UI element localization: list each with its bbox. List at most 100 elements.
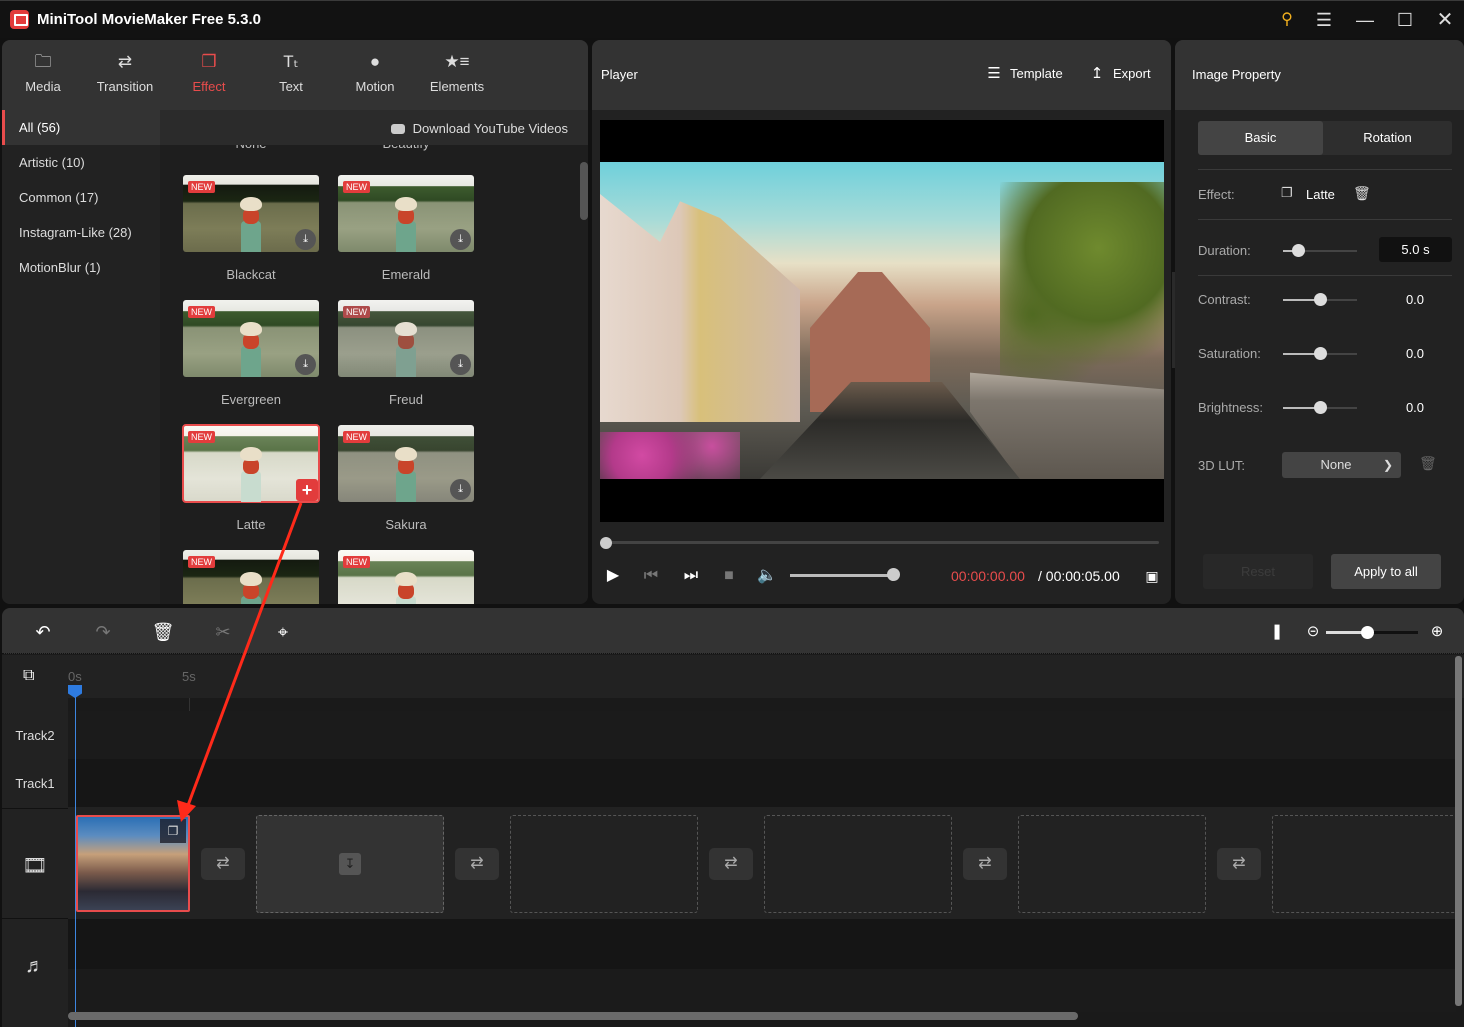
tab-text[interactable]: Tₜ Text [251,40,331,110]
timeline-horizontal-scrollbar[interactable] [68,1012,1078,1020]
tab-effect[interactable]: ❒ Effect [169,40,249,110]
track2-row[interactable] [68,711,1456,759]
zoom-slider-knob[interactable] [1361,626,1375,639]
empty-clip-slot[interactable] [1272,815,1462,913]
effect-thumbnail[interactable]: NEW ⤓ [338,175,474,252]
download-icon[interactable]: ⤓ [295,354,316,375]
effect-thumbnail[interactable]: NEW ⤓ [183,300,319,377]
stop-icon[interactable]: ■ [718,566,740,586]
timeline-clip[interactable]: ❐ [76,815,190,912]
tab-rotation[interactable]: Rotation [1323,121,1452,155]
duration-slider-knob[interactable] [1291,244,1305,257]
saturation-slider[interactable] [1283,347,1357,360]
crop-icon[interactable]: ⌖ [271,620,295,644]
empty-clip-slot[interactable] [510,815,698,913]
export-button[interactable]: ↥ Export [1088,64,1151,82]
add-track-icon[interactable]: ⧉ [23,667,34,685]
category-instagram-like[interactable]: Instagram-Like (28) [2,215,160,250]
tab-media[interactable]: 🗀 Media [3,40,83,110]
effects-grid: None Beautify NEW ⤓ Blackcat NEW ⤓ Emera… [160,110,588,604]
effect-thumbnail[interactable]: NEW ⤓ [338,300,474,377]
transition-slot[interactable]: ⇄ [963,848,1007,880]
property-title: Image Property [1192,67,1281,82]
empty-clip-slot[interactable]: ↧ [256,815,444,913]
empty-clip-slot[interactable] [1018,815,1206,913]
tab-motion[interactable]: ● Motion [335,40,415,110]
transition-slot[interactable]: ⇄ [201,848,245,880]
tab-transition[interactable]: ⇄ Transition [85,40,165,110]
audio-track-row-2[interactable] [68,969,1456,1012]
category-artistic[interactable]: Artistic (10) [2,145,160,180]
video-preview[interactable] [600,120,1164,522]
undo-icon[interactable]: ↶ [31,620,55,644]
template-button[interactable]: ☰ Template [985,64,1062,82]
volume-slider[interactable] [790,574,893,577]
transition-slot[interactable]: ⇄ [709,848,753,880]
split-icon[interactable]: ✂ [211,620,235,644]
time-ruler[interactable]: ⧉ 0s 5s [2,655,1464,758]
tab-basic[interactable]: Basic [1198,121,1323,155]
category-motionblur[interactable]: MotionBlur (1) [2,250,160,285]
duration-input[interactable]: 5.0 s [1379,237,1452,262]
volume-icon[interactable]: 🔈 [756,566,778,586]
menu-icon[interactable]: ☰ [1313,9,1335,31]
download-icon[interactable]: ⤓ [450,354,471,375]
empty-clip-slot[interactable] [764,815,952,913]
zoom-in-icon[interactable]: ⊕ [1425,620,1449,644]
brightness-slider[interactable] [1283,401,1357,414]
track2-label: Track2 [15,728,55,743]
next-frame-icon[interactable]: ⏭ [680,566,702,586]
transition-slot[interactable]: ⇄ [1217,848,1261,880]
fullscreen-icon[interactable]: ▣ [1141,566,1163,586]
duration-label: Duration: [1198,243,1251,258]
previous-frame-icon[interactable]: ⏮ [640,566,662,586]
delete-effect-icon[interactable]: 🗑 [1353,185,1371,202]
app-logo-icon [10,10,29,29]
tab-transition-label: Transition [96,79,154,94]
player-title: Player [601,67,638,82]
download-icon[interactable]: ⤓ [450,479,471,500]
transition-slot[interactable]: ⇄ [455,848,499,880]
tab-motion-label: Motion [355,79,395,94]
redo-icon[interactable]: ↷ [91,620,115,644]
volume-knob[interactable] [887,568,900,581]
reset-button[interactable]: Reset [1203,554,1313,589]
add-effect-button[interactable]: + [296,479,318,501]
effect-thumbnail[interactable]: NEW [338,550,474,604]
timeline-vertical-scrollbar[interactable] [1455,656,1462,1006]
saturation-slider-knob[interactable] [1314,347,1327,360]
category-all[interactable]: All (56) [2,110,160,145]
delete-icon[interactable]: 🗑 [151,620,175,644]
delete-lut-icon[interactable]: 🗑 [1419,455,1437,472]
contrast-slider-knob[interactable] [1314,293,1327,306]
contrast-slider[interactable] [1283,293,1357,306]
lut-select[interactable]: None ❯ [1282,452,1401,478]
maximize-icon[interactable]: ☐ [1394,9,1416,31]
close-icon[interactable]: ✕ [1434,9,1456,31]
effect-thumbnail[interactable]: NEW [183,550,319,604]
swap-arrows-icon: ⇄ [117,52,133,71]
effect-thumbnail[interactable]: NEW ⤓ [338,425,474,502]
key-icon[interactable]: ⚲ [1276,9,1298,31]
play-icon[interactable]: ▶ [602,566,624,586]
minimize-icon[interactable]: — [1354,9,1376,31]
effect-name: Sakura [385,517,427,532]
playback-progress-bar[interactable] [606,541,1159,544]
duration-slider[interactable] [1283,244,1357,257]
category-common[interactable]: Common (17) [2,180,160,215]
effect-thumbnail[interactable]: NEW + [182,424,320,503]
tab-elements[interactable]: ★≡ Elements [417,40,497,110]
zoom-out-icon[interactable]: ⊝ [1301,620,1325,644]
playback-progress-knob[interactable] [600,537,612,549]
track1-row[interactable] [68,759,1456,807]
contrast-value: 0.0 [1405,292,1425,307]
download-icon[interactable]: ⤓ [295,229,316,250]
download-youtube-link[interactable]: Download YouTube Videos [390,121,568,136]
audio-track-row[interactable] [68,919,1456,969]
effect-thumbnail[interactable]: NEW ⤓ [183,175,319,252]
fit-timeline-icon[interactable]: ❚ [1265,620,1289,644]
download-icon[interactable]: ⤓ [450,229,471,250]
brightness-slider-knob[interactable] [1314,401,1327,414]
apply-to-all-button[interactable]: Apply to all [1331,554,1441,589]
effects-scrollbar[interactable] [580,162,588,220]
